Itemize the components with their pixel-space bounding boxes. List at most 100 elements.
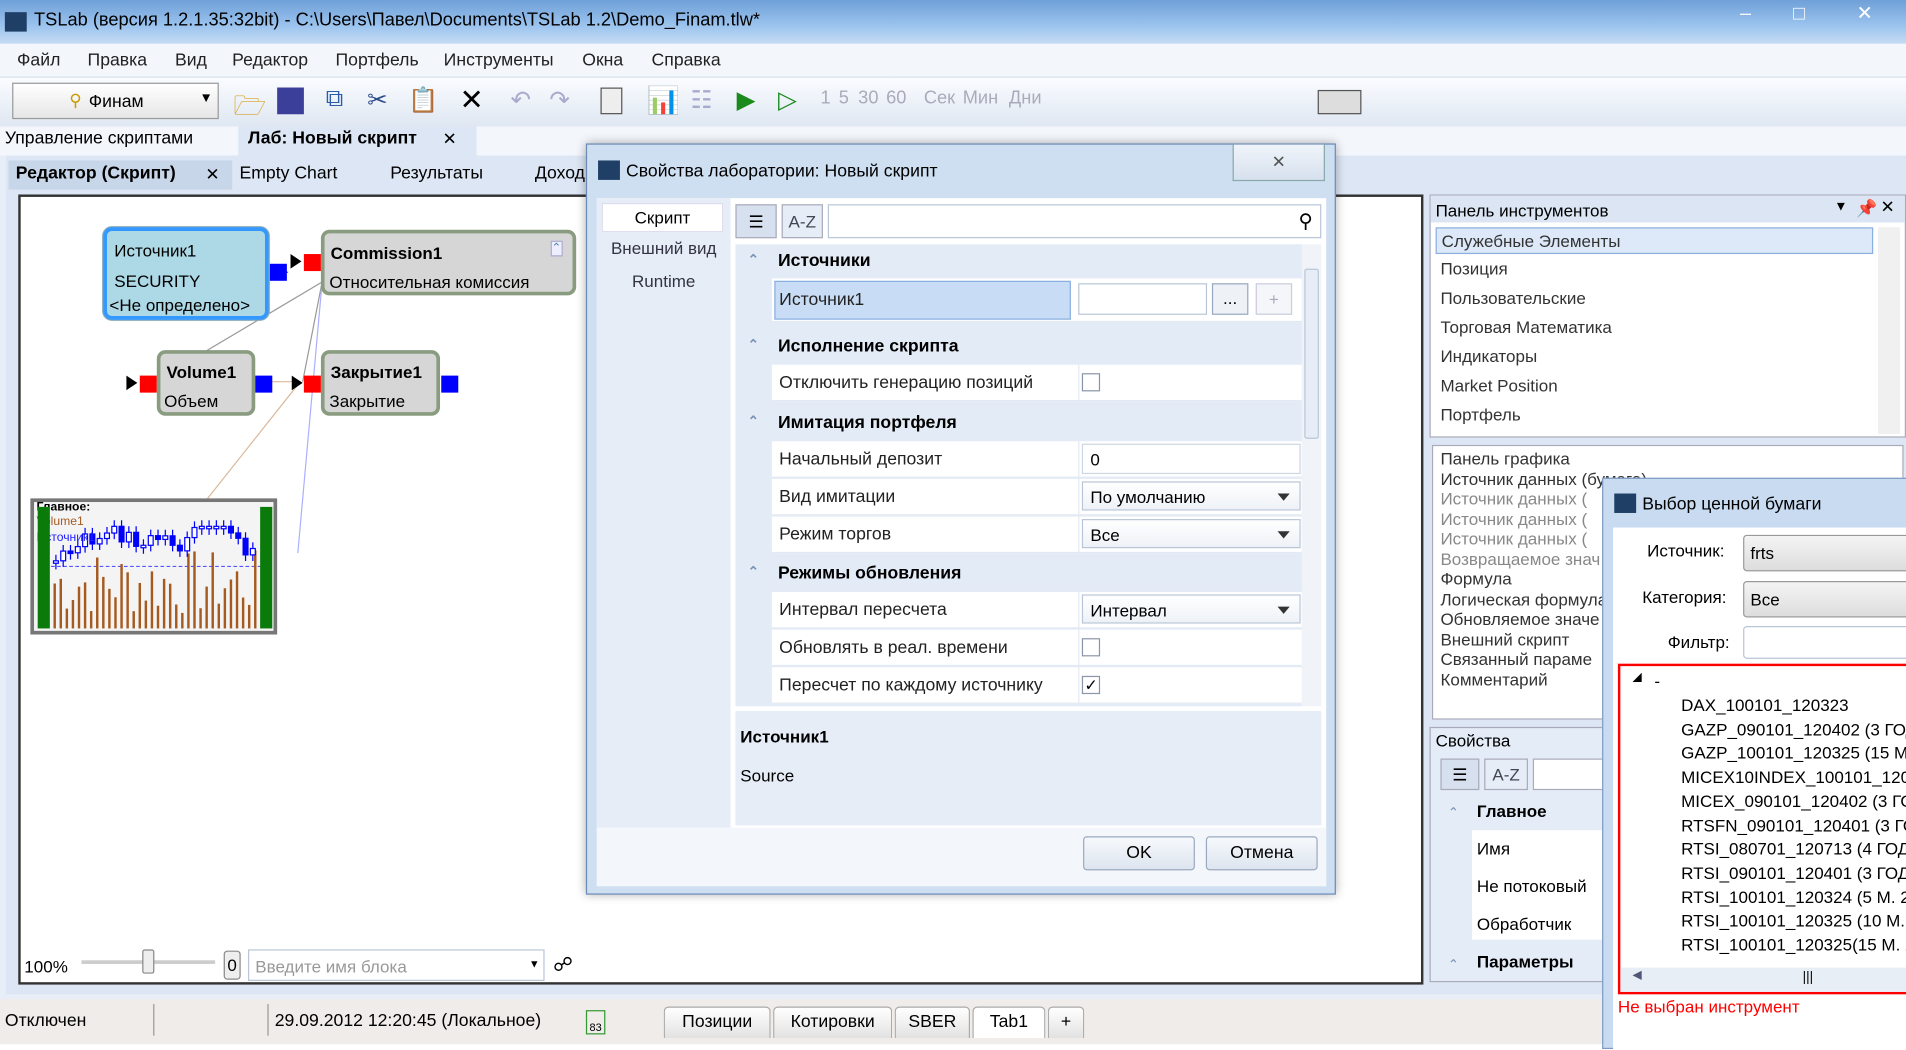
tab-script-manager[interactable]: Управление скриптами [5,129,193,148]
interval-5[interactable]: 5 [839,88,849,109]
output-port[interactable] [255,375,273,393]
play-icon[interactable]: ▶ [737,85,756,115]
tools-category-item[interactable]: Торговая Математика [1436,315,1874,342]
bottom-tab[interactable]: Tab1 [972,1006,1046,1039]
security-item[interactable]: DAX_100101_120323 [1681,695,1849,714]
browse-button[interactable]: ... [1211,283,1249,315]
security-item[interactable]: MICEX10INDEX_100101_1203 [1681,767,1906,786]
menu-help[interactable]: Справка [652,51,721,70]
chevron-down-icon[interactable]: ▼ [529,958,540,970]
menu-tools[interactable]: Инструменты [444,51,554,70]
sort-az-button[interactable]: A-Z [1484,758,1528,791]
tool-item[interactable]: Логическая формула [1440,589,1607,608]
node-source[interactable]: Источник1 SECURITY <Не определено> [103,227,269,320]
tool-item[interactable]: Источник данных ( [1440,529,1587,548]
tool-item[interactable]: Обновляемое значе [1440,609,1599,628]
account-combo[interactable]: ⚲ Финам ▼ [12,82,219,120]
input-port[interactable] [303,254,321,272]
copy-icon[interactable]: ⧉ [326,85,343,113]
tab-lab[interactable]: Лаб: Новый скрипт ✕ [238,126,477,156]
disable-positions-checkbox[interactable] [1081,373,1101,392]
color-swatch[interactable] [1317,89,1362,115]
output-port[interactable] [269,263,287,281]
sub-tab-income[interactable]: Доход [535,164,585,183]
security-item[interactable]: GAZP_090101_120402 (3 ГОД [1681,719,1906,738]
source-input[interactable] [1078,283,1208,315]
simulation-combo[interactable]: По умолчанию [1081,481,1301,511]
tool-item[interactable]: Источник данных ( [1440,509,1587,528]
categorized-button[interactable]: ☰ [1440,758,1480,791]
search-icon[interactable]: ⚲ [1299,209,1313,233]
close-icon[interactable]: ✕ [205,164,219,185]
scrollbar[interactable] [1301,244,1322,707]
menu-file[interactable]: Файл [17,51,60,70]
menu-portfolio[interactable]: Портфель [335,51,418,70]
menu-windows[interactable]: Окна [582,51,623,70]
collapse-icon[interactable]: ⌃ [748,337,759,353]
zero-button[interactable]: 0 [223,950,241,980]
input-port[interactable] [303,375,321,393]
horizontal-scrollbar[interactable]: ◀ ||| [1620,967,1906,992]
sub-tab-empty-chart[interactable]: Empty Chart [239,164,337,183]
tools-category-item[interactable]: Индикаторы [1436,344,1874,371]
collapse-icon[interactable]: ⌃ [748,564,759,580]
collapse-icon[interactable]: ⌃ [550,240,563,257]
expand-icon[interactable]: ◢ [1632,671,1641,684]
save-icon[interactable] [277,87,304,115]
tool-item[interactable]: Комментарий [1440,669,1547,688]
unit-days[interactable]: Дни [1009,88,1042,109]
pin-icon[interactable]: 📌 [1856,198,1877,219]
collapse-icon[interactable]: ⌃ [1448,957,1459,973]
ok-button[interactable]: OK [1083,836,1195,871]
tools-category-item[interactable]: Market Position [1436,373,1874,400]
add-tab-button[interactable]: + [1047,1006,1085,1039]
chevron-down-icon[interactable]: ▼ [1834,199,1847,214]
zoom-slider-thumb[interactable] [142,949,155,974]
tool-item[interactable]: Источник данных ( [1440,489,1587,508]
scrollbar[interactable] [1878,227,1900,434]
interval-30[interactable]: 30 [858,88,878,109]
play-outline-icon[interactable]: ▷ [778,85,797,115]
security-tree[interactable]: ◢ - DAX_100101_120323 GAZP_090101_120402 … [1617,663,1906,995]
row-source[interactable]: Источник1 ... + [771,278,1302,323]
collapse-icon[interactable]: ⌃ [748,252,759,268]
category-combo[interactable]: Все [1743,581,1906,618]
collapse-icon[interactable]: ⌃ [748,413,759,430]
security-item[interactable]: MICEX_090101_120402 (3 ГО [1681,791,1906,810]
maximize-button[interactable]: □ [1772,0,1825,29]
nav-appearance[interactable]: Внешний вид [597,238,731,257]
unit-min[interactable]: Мин [963,88,998,109]
undo-icon[interactable]: ↶ [511,85,531,115]
network-icon[interactable]: ☷ [690,85,712,115]
collapse-icon[interactable]: ⌃ [1448,805,1459,821]
tools-category-item[interactable]: Портфель [1436,402,1874,429]
open-icon[interactable]: 🗁 [233,85,266,131]
output-port[interactable] [441,375,459,393]
close-button[interactable]: ✕ [1838,0,1891,29]
security-item[interactable]: GAZP_100101_120325 (15 М [1681,743,1906,762]
unit-sec[interactable]: Сек [924,88,955,109]
node-commission[interactable]: Commission1 Относительная комиссия ⌃ [320,229,577,296]
interval-60[interactable]: 60 [886,88,906,109]
tools-category-item[interactable]: Служебные Элементы [1435,227,1874,255]
tool-item[interactable]: Формула [1440,569,1511,588]
sort-az-button[interactable]: A-Z [781,204,823,239]
security-item[interactable]: RTSFN_090101_120401 (3 ГО [1681,815,1906,834]
security-item[interactable]: RTSI_100101_120325(15 М. 2 [1681,935,1906,954]
tools-category-item[interactable]: Пользовательские [1436,286,1874,313]
minimize-button[interactable]: – [1719,0,1772,29]
menu-view[interactable]: Вид [175,51,207,70]
cancel-button[interactable]: Отмена [1205,836,1318,871]
tool-item[interactable]: Панель графика [1440,449,1569,468]
input-port[interactable] [139,375,157,393]
bottom-tab[interactable]: Позиции [663,1006,771,1039]
security-item[interactable]: RTSI_100101_120324 (5 М. 2 [1681,887,1906,906]
security-item[interactable]: RTSI_090101_120401 (3 ГОД [1681,863,1906,882]
interval-1[interactable]: 1 [821,88,831,109]
menu-edit[interactable]: Правка [88,51,148,70]
chart-panel-node[interactable]: Главное: Volume1 Источник1 [30,498,278,635]
nav-runtime[interactable]: Runtime [597,271,731,290]
nav-script[interactable]: Скрипт [601,202,724,233]
node-volume[interactable]: Volume1 Объем [156,350,256,416]
interval-combo[interactable]: Интервал [1081,594,1301,624]
